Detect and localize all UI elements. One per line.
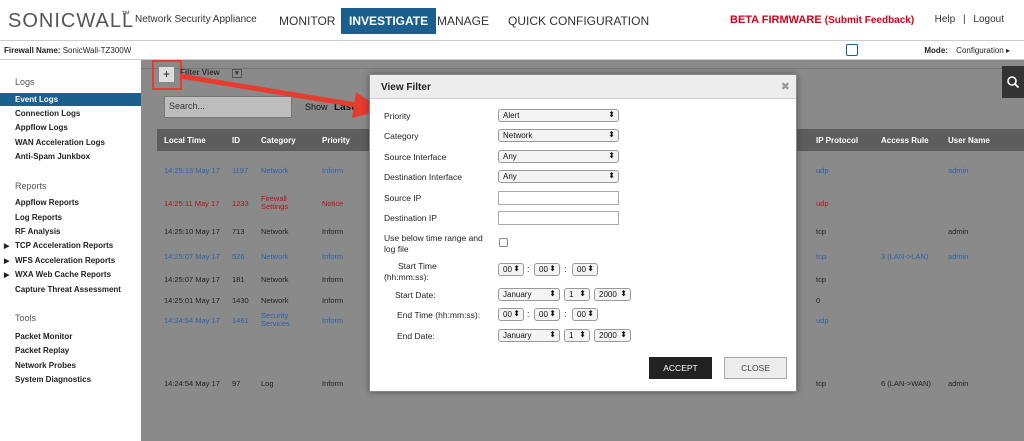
destination-interface-value: Any xyxy=(503,172,517,181)
start-minute-value: 00 xyxy=(539,265,548,274)
end-year-value: 2000 xyxy=(599,331,617,340)
updown-icon: ⬍ xyxy=(620,330,627,339)
end-month-value: January xyxy=(503,331,532,340)
source-interface-value: Any xyxy=(503,152,517,161)
destination-ip-label: Destination IP xyxy=(384,213,437,223)
start-day-select[interactable]: 1 ⬍ xyxy=(564,288,590,301)
end-date-label: End Date: xyxy=(397,331,435,341)
use-range-label: Use below time range and xyxy=(384,233,483,243)
end-hour-select[interactable]: 00 ⬍ xyxy=(498,308,524,321)
updown-icon: ⬍ xyxy=(513,264,520,273)
updown-icon: ⬍ xyxy=(608,171,615,180)
start-month-value: January xyxy=(503,290,532,299)
colon: : xyxy=(527,264,530,274)
close-icon[interactable]: ✖ xyxy=(781,80,790,93)
updown-icon: ⬍ xyxy=(608,130,615,139)
updown-icon: ⬍ xyxy=(579,330,586,339)
start-day-value: 1 xyxy=(569,290,574,299)
updown-icon: ⬍ xyxy=(549,330,556,339)
colon: : xyxy=(564,309,567,319)
source-interface-select[interactable]: Any ⬍ xyxy=(498,150,619,163)
view-filter-dialog: View Filter ✖ Priority Alert ⬍ Category N… xyxy=(369,74,797,392)
destination-interface-select[interactable]: Any ⬍ xyxy=(498,170,619,183)
end-minute-select[interactable]: 00 ⬍ xyxy=(534,308,560,321)
category-value: Network xyxy=(503,131,533,140)
end-day-value: 1 xyxy=(569,331,574,340)
updown-icon: ⬍ xyxy=(549,264,556,273)
start-time-label: Start Time xyxy=(398,261,437,271)
start-year-select[interactable]: 2000 ⬍ xyxy=(594,288,631,301)
close-button[interactable]: CLOSE xyxy=(724,357,787,379)
updown-icon: ⬍ xyxy=(549,289,556,298)
updown-icon: ⬍ xyxy=(608,151,615,160)
start-second-value: 00 xyxy=(577,265,586,274)
end-time-label: End Time (hh:mm:ss): xyxy=(397,310,481,320)
priority-label: Priority xyxy=(384,111,411,121)
priority-select[interactable]: Alert ⬍ xyxy=(498,109,619,122)
category-select[interactable]: Network ⬍ xyxy=(498,129,619,142)
end-day-select[interactable]: 1 ⬍ xyxy=(564,329,590,342)
category-label: Category xyxy=(384,131,419,141)
use-range-checkbox[interactable] xyxy=(499,238,508,247)
dialog-title: View Filter xyxy=(381,82,431,93)
start-second-select[interactable]: 00 ⬍ xyxy=(572,263,598,276)
colon: : xyxy=(564,264,567,274)
start-year-value: 2000 xyxy=(599,290,617,299)
end-minute-value: 00 xyxy=(539,310,548,319)
start-hour-value: 00 xyxy=(503,265,512,274)
updown-icon: ⬍ xyxy=(587,264,594,273)
source-ip-label: Source IP xyxy=(384,193,422,203)
updown-icon: ⬍ xyxy=(549,309,556,318)
accept-button[interactable]: ACCEPT xyxy=(649,357,712,379)
start-month-select[interactable]: January ⬍ xyxy=(498,288,560,301)
start-hour-select[interactable]: 00 ⬍ xyxy=(498,263,524,276)
start-time-label-2: (hh:mm:ss): xyxy=(384,272,429,282)
updown-icon: ⬍ xyxy=(608,110,615,119)
source-interface-label: Source Interface xyxy=(384,152,447,162)
colon: : xyxy=(527,309,530,319)
use-range-label-2: log file xyxy=(384,244,409,254)
source-ip-input[interactable] xyxy=(498,191,619,205)
start-date-label: Start Date: xyxy=(395,290,436,300)
priority-value: Alert xyxy=(503,111,520,120)
end-second-value: 00 xyxy=(577,310,586,319)
end-month-select[interactable]: January ⬍ xyxy=(498,329,560,342)
updown-icon: ⬍ xyxy=(579,289,586,298)
end-hour-value: 00 xyxy=(503,310,512,319)
updown-icon: ⬍ xyxy=(587,309,594,318)
updown-icon: ⬍ xyxy=(620,289,627,298)
updown-icon: ⬍ xyxy=(513,309,520,318)
end-year-select[interactable]: 2000 ⬍ xyxy=(594,329,631,342)
dialog-header: View Filter ✖ xyxy=(370,75,796,99)
destination-ip-input[interactable] xyxy=(498,211,619,225)
destination-interface-label: Destination Interface xyxy=(384,172,462,182)
start-minute-select[interactable]: 00 ⬍ xyxy=(534,263,560,276)
end-second-select[interactable]: 00 ⬍ xyxy=(572,308,598,321)
